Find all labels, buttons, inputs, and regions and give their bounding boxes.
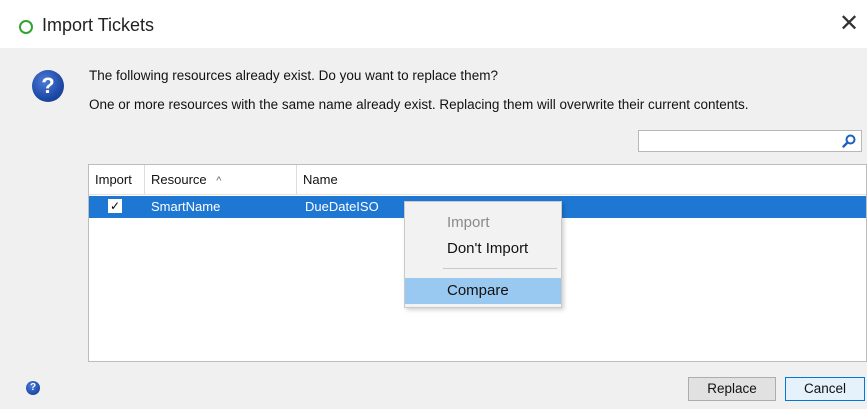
question-icon: ? — [32, 70, 64, 102]
sort-ascending-icon: ^ — [216, 175, 222, 187]
context-menu: Import Don't Import Compare — [404, 201, 562, 308]
column-header-resource[interactable]: Resource ^ — [145, 165, 297, 194]
replace-button[interactable]: Replace — [688, 377, 776, 401]
resource-cell: SmartName — [151, 199, 221, 214]
message-heading: The following resources already exist. D… — [89, 68, 498, 83]
column-label: Resource — [151, 172, 207, 187]
menu-item-import[interactable]: Import — [405, 210, 561, 236]
column-label: Name — [303, 172, 338, 187]
menu-item-dont-import[interactable]: Don't Import — [405, 236, 561, 262]
window-title: Import Tickets — [42, 15, 155, 35]
close-button[interactable]: ✕ — [836, 10, 862, 38]
column-header-name[interactable]: Name — [297, 165, 857, 194]
app-icon — [19, 20, 33, 34]
column-header-import[interactable]: Import — [89, 165, 145, 194]
column-label: Import — [95, 172, 132, 187]
help-icon[interactable]: ? — [26, 381, 40, 395]
title-bar: Import Tickets ✕ — [0, 0, 867, 48]
cancel-button[interactable]: Cancel — [785, 377, 865, 401]
search-icon[interactable] — [841, 133, 857, 149]
import-checkbox[interactable]: ✓ — [108, 199, 122, 213]
menu-item-compare[interactable]: Compare — [405, 278, 561, 304]
search-input[interactable] — [638, 130, 862, 152]
name-cell: DueDateISO — [305, 199, 379, 214]
message-detail: One or more resources with the same name… — [89, 97, 749, 112]
menu-separator — [443, 268, 557, 269]
table-header: Import Resource ^ Name — [89, 165, 866, 195]
